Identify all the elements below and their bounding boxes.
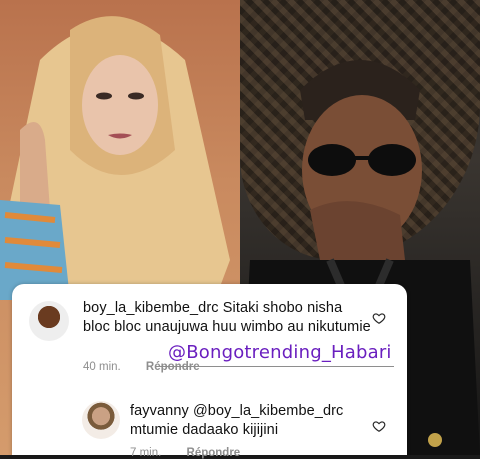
avatar-fayvanny[interactable] [82,401,120,439]
comment-2: fayvanny @boy_la_kibembe_drc mtumie dada… [130,402,380,440]
watermark-text: @Bongotrending_Habari [168,342,392,363]
comment-1: boy_la_kibembe_drc Sitaki shobo nisha bl… [83,299,373,337]
divider [158,366,394,367]
avatar-boy-la-kibembe-drc[interactable] [29,301,69,341]
comment-2-time: 7 min. [130,447,162,459]
comment-card: boy_la_kibembe_drc Sitaki shobo nisha bl… [12,284,407,459]
comment-2-reply-button[interactable]: Répondre [187,447,241,459]
comment-2-meta: 7 min. Répondre [130,447,240,459]
comment-2-text: mtumie dadaako kijijini [130,422,279,438]
heart-icon[interactable] [372,419,386,433]
comment-2-mention[interactable]: @boy_la_kibembe_drc [193,403,343,419]
comment-1-username[interactable]: boy_la_kibembe_drc [83,300,219,316]
comment-2-username[interactable]: fayvanny [130,403,189,419]
heart-icon[interactable] [372,311,386,325]
comment-1-time: 40 min. [83,361,121,373]
